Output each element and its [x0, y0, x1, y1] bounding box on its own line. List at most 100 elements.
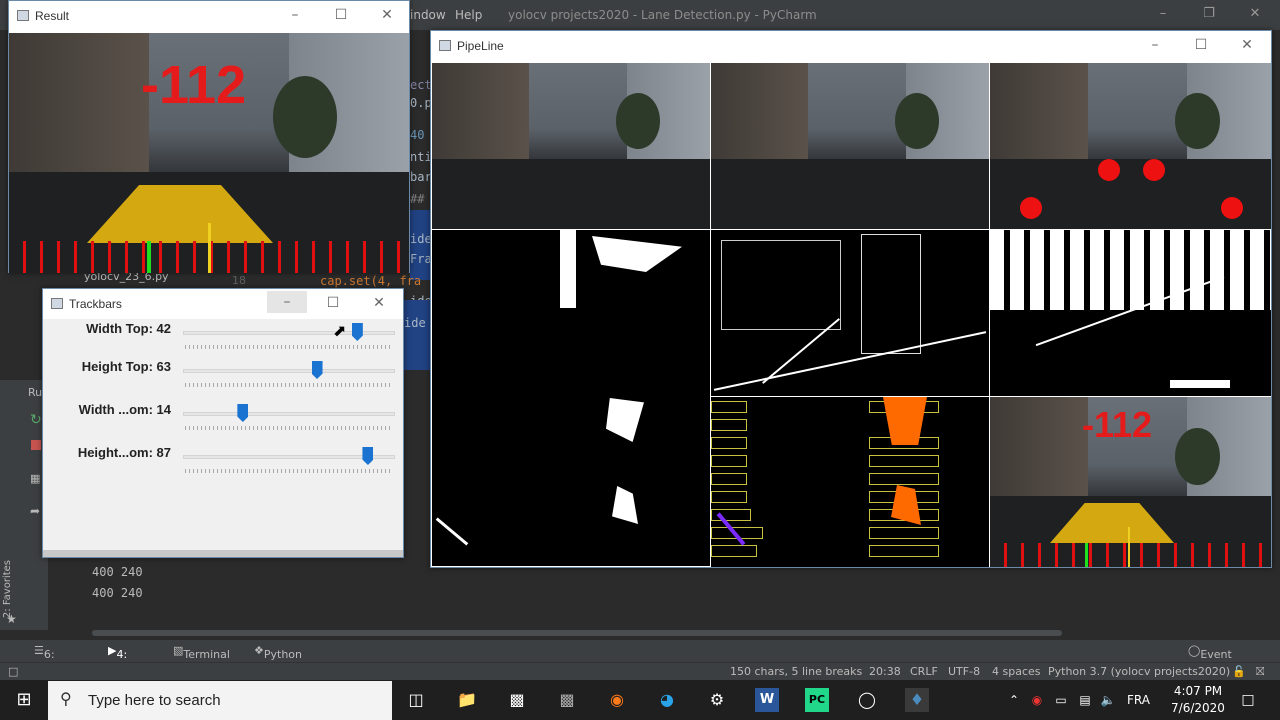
- menu-help[interactable]: Help: [455, 8, 482, 22]
- chevron-up-icon[interactable]: ⌃: [1002, 688, 1026, 712]
- network-icon[interactable]: ▤: [1073, 688, 1097, 712]
- trackbar-thumb[interactable]: [351, 323, 363, 341]
- minimize-button[interactable]: –: [275, 7, 315, 23]
- python-console-tab[interactable]: ❖ Python Console: [254, 644, 308, 674]
- pin-icon[interactable]: ➦: [30, 504, 40, 518]
- result-titlebar[interactable]: Result – ☐ ✕: [9, 1, 409, 31]
- close-button[interactable]: ✕: [359, 295, 399, 311]
- trackbar-ticks: [185, 383, 393, 387]
- trackbars-scrollbar[interactable]: [43, 550, 403, 557]
- status-layout-icon[interactable]: □: [8, 665, 18, 678]
- search-icon: ⚲: [60, 691, 72, 708]
- minimize-button[interactable]: –: [267, 291, 307, 313]
- pipeline-histogram: [711, 397, 989, 567]
- windows-start-icon[interactable]: ⊞: [12, 688, 36, 712]
- cmd-icon[interactable]: ▩: [555, 688, 579, 712]
- terminal-tab[interactable]: ▧ Terminal: [173, 644, 230, 661]
- pipeline-canny-edges: [711, 230, 989, 396]
- trackbar-track[interactable]: [183, 412, 395, 416]
- edge-icon[interactable]: ◕: [655, 688, 679, 712]
- horizontal-scrollbar[interactable]: [92, 630, 1062, 636]
- histogram-row: [711, 491, 747, 503]
- lock-icon[interactable]: 🔓: [1232, 665, 1246, 678]
- histogram-row: [711, 419, 747, 431]
- trackbar-track[interactable]: [183, 369, 395, 373]
- run-output-line: 400 240: [92, 586, 143, 600]
- code-fragment: nti: [410, 150, 432, 164]
- trackbar-ticks: [185, 469, 393, 473]
- histogram-row: [711, 545, 757, 557]
- tray-app-icon[interactable]: ◉: [1025, 688, 1049, 712]
- status-indent[interactable]: 4 spaces: [992, 665, 1041, 678]
- trackbar-width-top: Width Top: 42: [43, 321, 403, 355]
- menu-window[interactable]: indow: [410, 8, 446, 22]
- python-icon[interactable]: ♦: [905, 688, 929, 712]
- maximize-button[interactable]: ☐: [1181, 37, 1221, 53]
- volume-icon[interactable]: 🔈: [1096, 688, 1120, 712]
- language-indicator[interactable]: FRA: [1127, 693, 1150, 707]
- status-encoding[interactable]: UTF-8: [948, 665, 980, 678]
- battery-icon[interactable]: ▭: [1049, 688, 1073, 712]
- ide-minimize-button[interactable]: –: [1140, 6, 1186, 26]
- window-icon: [51, 298, 63, 309]
- rerun-icon[interactable]: ↻: [30, 412, 42, 428]
- pipeline-threshold: [990, 230, 1271, 396]
- status-position[interactable]: 20:38: [869, 665, 901, 678]
- pipeline-titlebar[interactable]: PipeLine – ☐ ✕: [431, 31, 1271, 61]
- stop-icon[interactable]: [31, 440, 41, 450]
- warp-point: [1098, 159, 1120, 181]
- system-clock[interactable]: 4:07 PM 7/6/2020: [1158, 683, 1238, 717]
- histogram-row: [711, 455, 747, 467]
- close-button[interactable]: ✕: [367, 7, 407, 23]
- trackbar-thumb[interactable]: [311, 361, 323, 379]
- notification-icon[interactable]: □: [1236, 688, 1260, 712]
- terminal-icon[interactable]: ▩: [505, 688, 529, 712]
- event-log-button[interactable]: ◯ Event Log: [1188, 644, 1232, 674]
- maximize-button[interactable]: ☐: [321, 7, 361, 23]
- ide-close-button[interactable]: ✕: [1232, 6, 1278, 26]
- run-tab[interactable]: ▶ 4: Run: [108, 644, 138, 674]
- todo-tab[interactable]: ☰ 6: TODO: [34, 644, 76, 674]
- clock-time: 4:07 PM: [1173, 684, 1223, 698]
- taskbar-search-box[interactable]: ⚲ Type here to search: [48, 681, 392, 720]
- firefox-icon[interactable]: ◉: [605, 688, 629, 712]
- trackbar-track[interactable]: [183, 331, 395, 335]
- trackbar-thumb[interactable]: [237, 404, 249, 422]
- trackbar-ticks: [185, 345, 393, 349]
- mask-blob: [560, 230, 576, 308]
- mask-line: [435, 517, 469, 546]
- histogram-row: [869, 455, 939, 467]
- maximize-button[interactable]: ☐: [313, 295, 353, 311]
- threshold-region: [990, 230, 1271, 310]
- task-view-icon[interactable]: ◫: [404, 688, 428, 712]
- layout-icon[interactable]: ▦: [30, 472, 40, 485]
- trackbars-titlebar[interactable]: Trackbars – ☐ ✕: [43, 289, 403, 319]
- word-icon[interactable]: W: [755, 688, 779, 712]
- minimize-button[interactable]: –: [1135, 37, 1175, 53]
- pycharm-icon[interactable]: PC: [805, 688, 829, 712]
- warp-point: [1143, 159, 1165, 181]
- settings-gear-icon[interactable]: ⚙: [705, 688, 729, 712]
- code-fragment: 40: [410, 128, 425, 142]
- ide-window-title: yolocv projects2020 - Lane Detection.py …: [508, 8, 817, 22]
- edge-contour: [713, 331, 987, 391]
- threshold-region: [1170, 380, 1230, 388]
- trash-icon[interactable]: ⛝: [1256, 665, 1264, 679]
- pipeline-window: PipeLine – ☐ ✕ -112: [430, 30, 1272, 568]
- ide-restore-button[interactable]: ❐: [1186, 6, 1232, 26]
- trackbar-width-bottom: Width ...om: 14: [43, 402, 403, 436]
- result-window-title: Result: [35, 9, 70, 23]
- obs-icon[interactable]: ◯: [855, 688, 879, 712]
- file-explorer-icon[interactable]: 📁: [455, 688, 479, 712]
- code-fragment: ide: [404, 316, 426, 330]
- center-indicator-yellow: [1128, 527, 1130, 567]
- status-interpreter[interactable]: Python 3.7 (yolocv projects2020): [1048, 665, 1230, 678]
- pipeline-window-title: PipeLine: [457, 39, 504, 53]
- trackbar-ticks: [185, 426, 393, 430]
- status-chars: 150 chars, 5 line breaks: [730, 665, 863, 678]
- status-line-separator[interactable]: CRLF: [910, 665, 938, 678]
- histogram-row: [711, 401, 747, 413]
- close-button[interactable]: ✕: [1227, 37, 1267, 53]
- trackbar-thumb[interactable]: [362, 447, 374, 465]
- favorites-label[interactable]: 2: Favorites: [2, 560, 13, 618]
